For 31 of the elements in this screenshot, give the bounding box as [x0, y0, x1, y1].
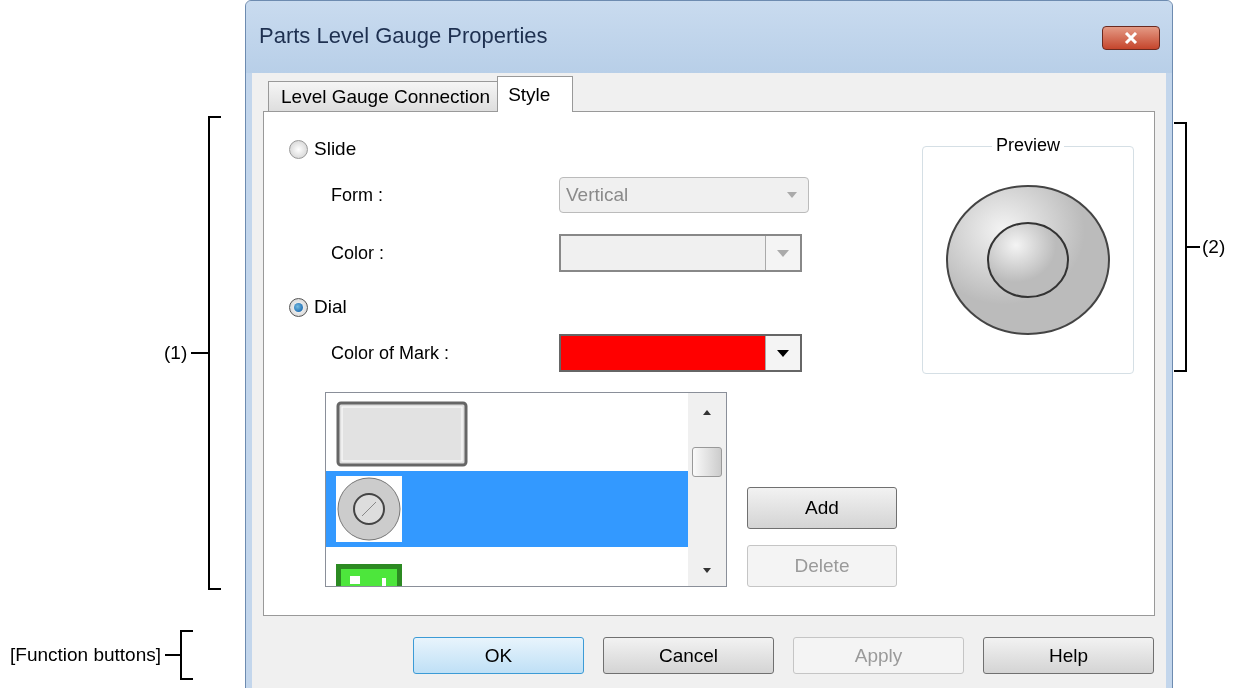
color-dropdown[interactable] [559, 334, 802, 372]
dialog-button[interactable]: Cancel [603, 637, 774, 674]
tab[interactable]: Style [497, 76, 574, 112]
callout-label: (2) [1202, 236, 1226, 258]
scrollbar[interactable] [688, 393, 726, 586]
scroll-up-icon [702, 409, 712, 415]
tab[interactable]: Level Gauge Connection [268, 81, 500, 111]
list-item[interactable] [326, 471, 688, 547]
dialog-button[interactable]: OK [413, 637, 584, 674]
callout-label: [Function buttons] [10, 644, 162, 666]
caret-icon [786, 191, 798, 199]
callout-label: (1) [164, 342, 188, 364]
bracket-line [165, 630, 196, 680]
scroll-thumb[interactable] [692, 446, 722, 477]
field-label: Color : [331, 242, 385, 264]
close-button[interactable] [1102, 26, 1160, 50]
caret-icon [776, 248, 790, 258]
dialog-button[interactable]: Help [983, 637, 1154, 674]
list-button[interactable]: Add [747, 487, 897, 529]
radio-button[interactable] [289, 139, 308, 159]
dial-thumbnail-icon [336, 476, 402, 542]
close-icon [1124, 32, 1138, 44]
radio-label[interactable]: Slide [314, 138, 357, 160]
field-label: Color of Mark : [331, 342, 451, 364]
panel-thumbnail-icon [336, 401, 468, 467]
radio-label[interactable]: Dial [314, 296, 347, 318]
field-label: Form : [331, 184, 384, 206]
radio-button[interactable] [289, 297, 308, 317]
scroll-down-icon [702, 568, 712, 574]
caret-icon [776, 348, 790, 358]
window-title: Parts Level Gauge Properties [259, 23, 548, 49]
